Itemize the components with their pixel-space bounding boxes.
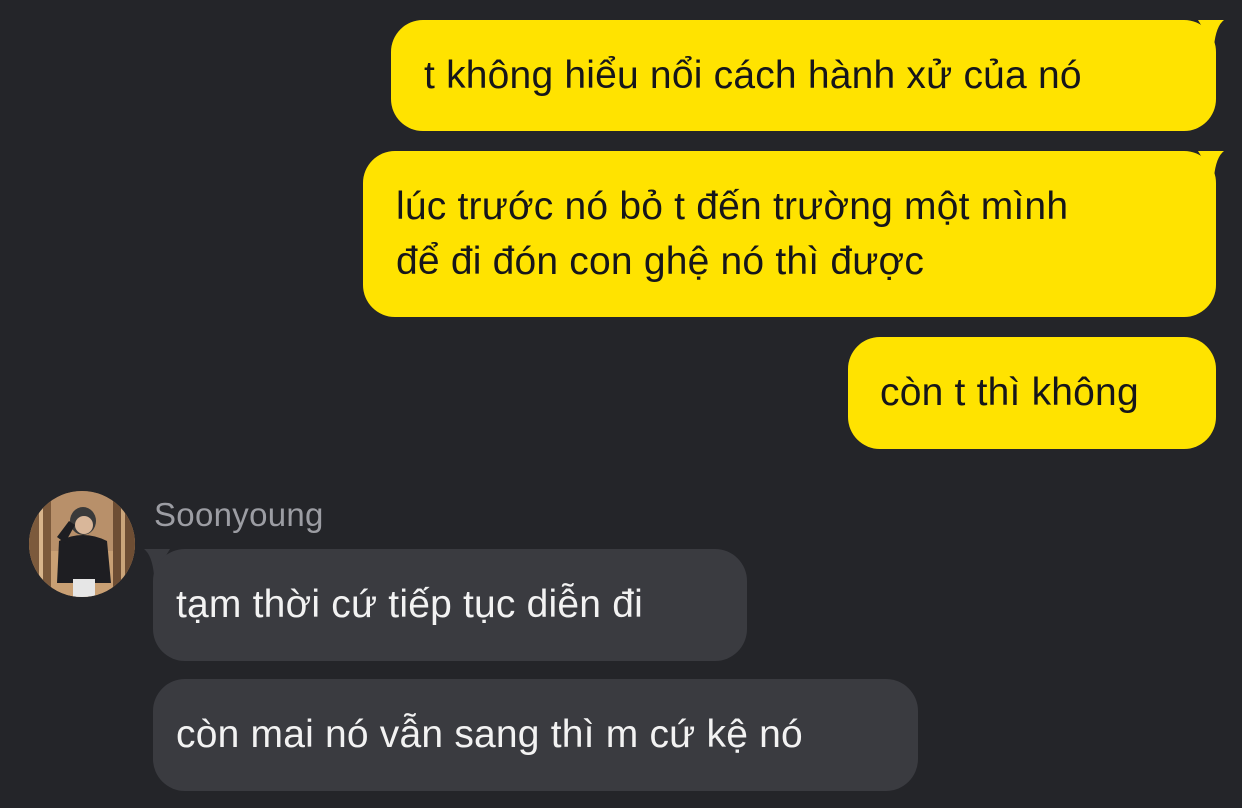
message-text: còn t thì không [880,371,1139,414]
message-text: tạm thời cứ tiếp tục diễn đi [176,583,643,626]
message-text: lúc trước nó bỏ t đến trường một mình [396,185,1069,228]
message-text: còn mai nó vẫn sang thì m cứ kệ nó [176,713,803,756]
incoming-message[interactable]: còn mai nó vẫn sang thì m cứ kệ nó [153,679,918,791]
contact-avatar[interactable] [29,491,135,597]
chat-thread: t không hiểu nổi cách hành xử của nó lúc… [0,0,1242,808]
profile-photo-icon [29,491,135,597]
outgoing-message[interactable]: lúc trước nó bỏ t đến trường một mình để… [363,151,1216,317]
message-text: để đi đón con ghệ nó thì được [396,240,925,283]
message-text: t không hiểu nổi cách hành xử của nó [424,54,1082,97]
contact-name: Soonyoung [154,496,324,533]
incoming-message[interactable]: tạm thời cứ tiếp tục diễn đi [153,549,747,661]
outgoing-message[interactable]: còn t thì không [848,337,1216,449]
bubble-tail-icon [1198,20,1224,46]
bubble-tail-icon [1198,151,1224,177]
outgoing-message[interactable]: t không hiểu nổi cách hành xử của nó [391,20,1216,131]
